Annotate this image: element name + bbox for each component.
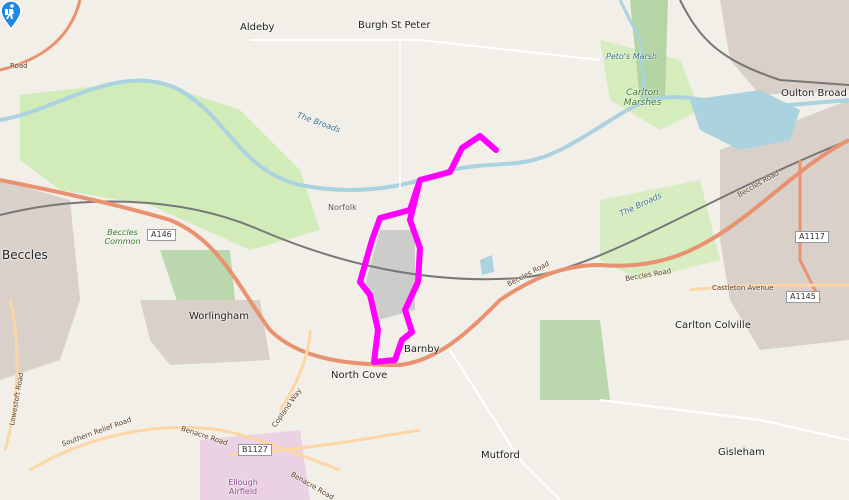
road-shield-a1117: A1117 <box>795 231 829 243</box>
place-ellough-airfield: Ellough Airfield <box>228 478 258 496</box>
label-beccles-common: Beccles Common <box>104 228 141 246</box>
road-top-left: Road <box>10 62 28 70</box>
place-burgh-st-peter: Burgh St Peter <box>358 20 431 31</box>
road-castleton-avenue: Castleton Avenue <box>712 284 774 292</box>
place-oulton-broad: Oulton Broad <box>781 88 847 99</box>
road-shield-a146: A146 <box>147 229 176 241</box>
place-gisleham: Gisleham <box>718 447 765 458</box>
map-view[interactable]: Aldeby Burgh St Peter Oulton Broad Beccl… <box>0 0 849 500</box>
road-shield-b1127: B1127 <box>238 444 272 456</box>
label-petos-marsh: Peto's Marsh <box>606 52 658 61</box>
label-carlton-marshes: Carlton Marshes <box>623 88 662 108</box>
place-worlingham: Worlingham <box>189 311 249 322</box>
hiker-icon[interactable] <box>0 0 22 30</box>
place-beccles: Beccles <box>2 248 48 262</box>
place-aldeby: Aldeby <box>240 22 275 33</box>
place-carlton-colville: Carlton Colville <box>675 320 751 331</box>
place-mutford: Mutford <box>481 450 520 461</box>
place-barnby: Barnby <box>404 344 440 355</box>
road-shield-a1145: A1145 <box>786 291 820 303</box>
place-north-cove: North Cove <box>331 370 388 381</box>
place-norfolk: Norfolk <box>328 203 357 212</box>
